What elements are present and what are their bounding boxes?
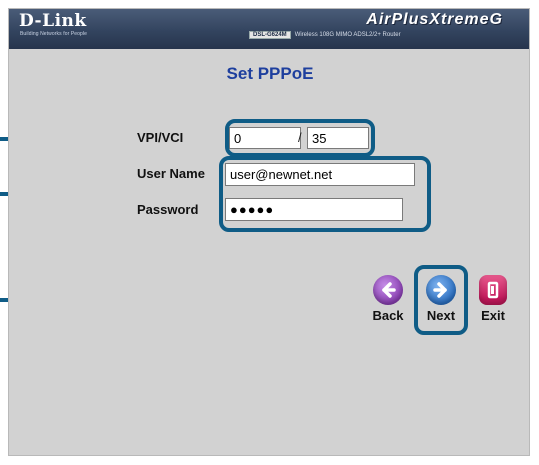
dlink-logo: D-Link xyxy=(19,11,87,31)
next-arrow-icon xyxy=(426,275,456,305)
next-button[interactable]: Next xyxy=(418,275,464,323)
vci-input[interactable] xyxy=(307,127,369,149)
password-input[interactable] xyxy=(225,198,403,221)
vpi-vci-separator: / xyxy=(298,130,302,145)
username-label: User Name xyxy=(137,166,205,181)
model-info: DSL-G624M Wireless 108G MIMO ADSL2/2+ Ro… xyxy=(249,31,401,39)
page-title: Set PPPoE xyxy=(226,64,314,83)
next-label: Next xyxy=(426,308,456,323)
vpi-input[interactable] xyxy=(229,127,301,149)
exit-label: Exit xyxy=(481,308,505,323)
model-description: Wireless 108G MIMO ADSL2/2+ Router xyxy=(294,32,401,38)
airplus-brand-logo: AirPlusXtremeG xyxy=(366,11,503,28)
back-arrow-icon xyxy=(373,275,403,305)
username-input[interactable] xyxy=(225,163,415,186)
vpi-vci-label: VPI/VCI xyxy=(137,130,184,145)
back-label: Back xyxy=(372,308,404,323)
back-button[interactable]: Back xyxy=(365,275,411,323)
header-bar: D-Link Building Networks for People AirP… xyxy=(9,9,529,49)
password-label: Password xyxy=(137,202,199,217)
model-badge: DSL-G624M xyxy=(249,31,291,39)
exit-icon xyxy=(479,275,507,305)
logo-tagline: Building Networks for People xyxy=(20,31,87,37)
router-setup-window: D-Link Building Networks for People AirP… xyxy=(8,8,530,456)
exit-button[interactable]: Exit xyxy=(470,275,516,323)
